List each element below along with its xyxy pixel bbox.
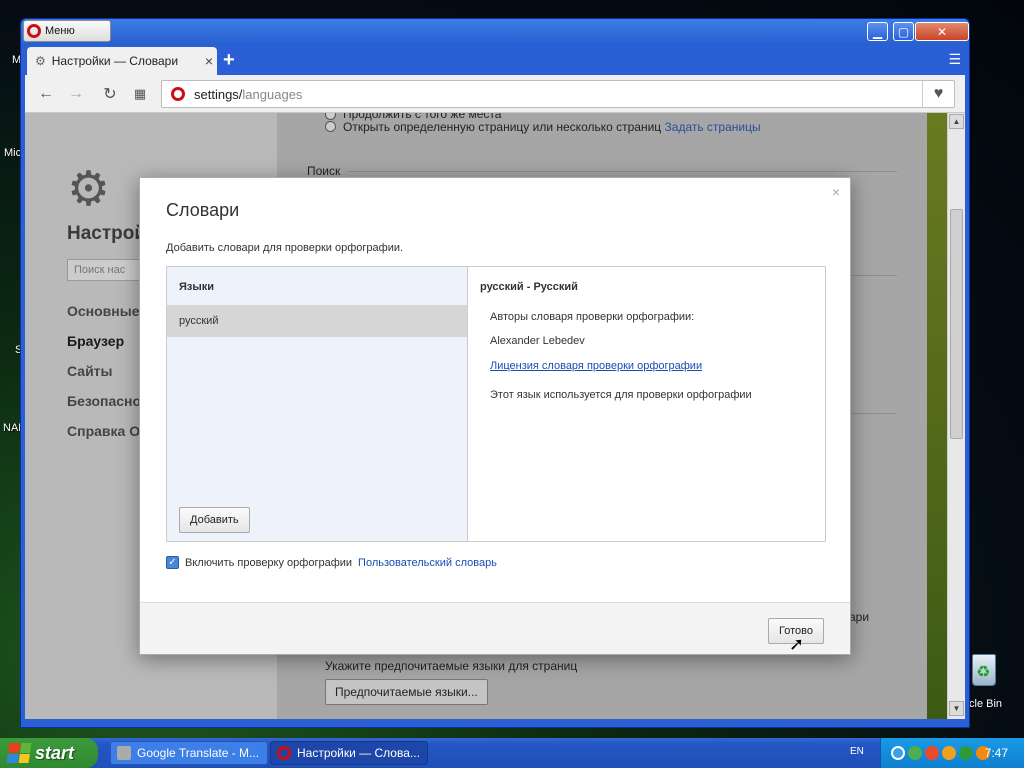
title-bar[interactable]: Меню ▁ ▢ ✕ [21,19,969,45]
taskbar-item-opera-settings[interactable]: Настройки — Слова... [270,741,428,765]
dialog-close-icon[interactable]: × [832,184,840,200]
forward-button[interactable]: → [65,83,87,105]
tab-title: Настройки — Словари [51,54,179,68]
taskbar: start Google Translate - M... Настройки … [0,738,1024,768]
enable-spellcheck-row: ✓ Включить проверку орфографии Пользоват… [166,556,497,569]
languages-list: Языки русский Добавить [167,267,468,541]
radio-continue[interactable] [325,113,336,120]
partial-text: ари [849,610,870,624]
preferred-languages-button[interactable]: Предпочитаемые языки... [325,679,488,705]
back-button[interactable]: ← [35,83,57,105]
gear-icon: ⚙ [35,54,46,68]
start-label: start [35,742,75,763]
opera-logo-icon [171,87,185,101]
keyboard-language-indicator[interactable]: EN [850,746,866,760]
taskbar-item-google-translate[interactable]: Google Translate - M... [110,741,268,765]
scroll-down-icon[interactable]: ▼ [949,701,964,716]
settings-gear-icon: ⚙ [67,163,111,216]
sidebar-item-security[interactable]: Безопасно [67,393,141,409]
tab-settings-dictionaries[interactable]: ⚙ Настройки — Словари × [27,47,217,75]
reload-button[interactable]: ↻ [99,83,121,105]
tray-icon-1[interactable] [891,746,905,760]
author-name: Alexander Lebedev [490,335,585,347]
open-pages-text: Открыть определенную страницу или нескол… [343,120,761,134]
minimize-button[interactable]: ▁ [867,22,888,41]
windows-flag-icon [6,743,32,763]
tray-icon-4[interactable] [942,746,956,760]
sidebar-item-browser[interactable]: Браузер [67,333,124,349]
selected-language-header: русский - Русский [480,281,578,293]
opera-logo-icon [27,24,41,38]
tray-icon-5[interactable] [959,746,973,760]
maximize-button[interactable]: ▢ [893,22,914,41]
radio-open-pages[interactable] [325,121,336,132]
address-bar[interactable]: settings/languages ♥ [161,80,955,108]
tab-strip: ⚙ Настройки — Словари × + ☰ [25,45,965,75]
new-tab-button[interactable]: + [223,49,235,72]
tab-close-icon[interactable]: × [201,53,217,69]
scroll-up-icon[interactable]: ▲ [949,114,964,129]
close-window-button[interactable]: ✕ [915,22,969,41]
bookmark-heart-icon[interactable]: ♥ [922,81,954,107]
opera-menu-button[interactable]: Меню [23,20,111,42]
dictionaries-dialog: × Словари Добавить словари для проверки … [139,177,851,655]
tray-icon-3[interactable] [925,746,939,760]
menu-label: Меню [45,25,75,37]
tab-menu-icon[interactable]: ☰ [948,51,961,68]
set-pages-link[interactable]: Задать страницы [665,120,761,134]
language-details: русский - Русский Авторы словаря проверк… [468,267,825,541]
languages-header: Языки [179,281,215,293]
start-button[interactable]: start [0,738,98,768]
mouse-cursor-icon: ➚ [789,634,805,654]
tray-icon-2[interactable] [908,746,922,760]
opera-logo-icon [277,746,291,760]
app-icon [117,746,131,760]
page-scrollbar[interactable]: ▲ ▼ [947,113,965,719]
recycle-bin-icon[interactable]: ♻ [966,646,1000,690]
user-dictionary-link[interactable]: Пользовательский словарь [358,557,497,569]
add-dictionary-button[interactable]: Добавить [179,507,250,533]
address-input[interactable]: settings/languages [194,87,922,102]
settings-heading: Настрой [67,223,147,244]
enable-spellcheck-checkbox[interactable]: ✓ [166,556,179,569]
authors-label: Авторы словаря проверки орфографии: [490,311,695,323]
preferred-languages-text: Укажите предпочитаемые языки для страниц [325,659,578,673]
enable-spellcheck-label[interactable]: Включить проверку орфографии [185,557,352,569]
system-tray: 7:47 [880,738,1024,768]
clock: 7:47 [984,746,1008,760]
search-heading: Поиск [307,164,341,178]
sidebar-item-sites[interactable]: Сайты [67,363,113,379]
dialog-footer: Готово [140,602,850,654]
dialog-title: Словари [166,200,240,220]
dictionary-panel: Языки русский Добавить русский - Русский… [166,266,826,542]
task-label: Настройки — Слова... [297,746,420,760]
scrollbar-thumb[interactable] [950,209,963,439]
license-link[interactable]: Лицензия словаря проверки орфографии [490,360,702,372]
sidebar-item-help[interactable]: Справка О [67,423,140,439]
task-label: Google Translate - M... [137,746,260,760]
sidebar-item-basic[interactable]: Основные [67,303,140,319]
navigation-toolbar: ← → ↻ ▦ settings/languages ♥ [25,75,965,113]
desktop-label-2[interactable]: Mic [4,147,21,159]
list-item[interactable]: русский [167,305,467,337]
speed-dial-grid-icon[interactable]: ▦ [129,83,151,105]
dialog-description: Добавить словари для проверки орфографии… [166,242,404,254]
usage-text: Этот язык используется для проверки орфо… [490,389,752,401]
